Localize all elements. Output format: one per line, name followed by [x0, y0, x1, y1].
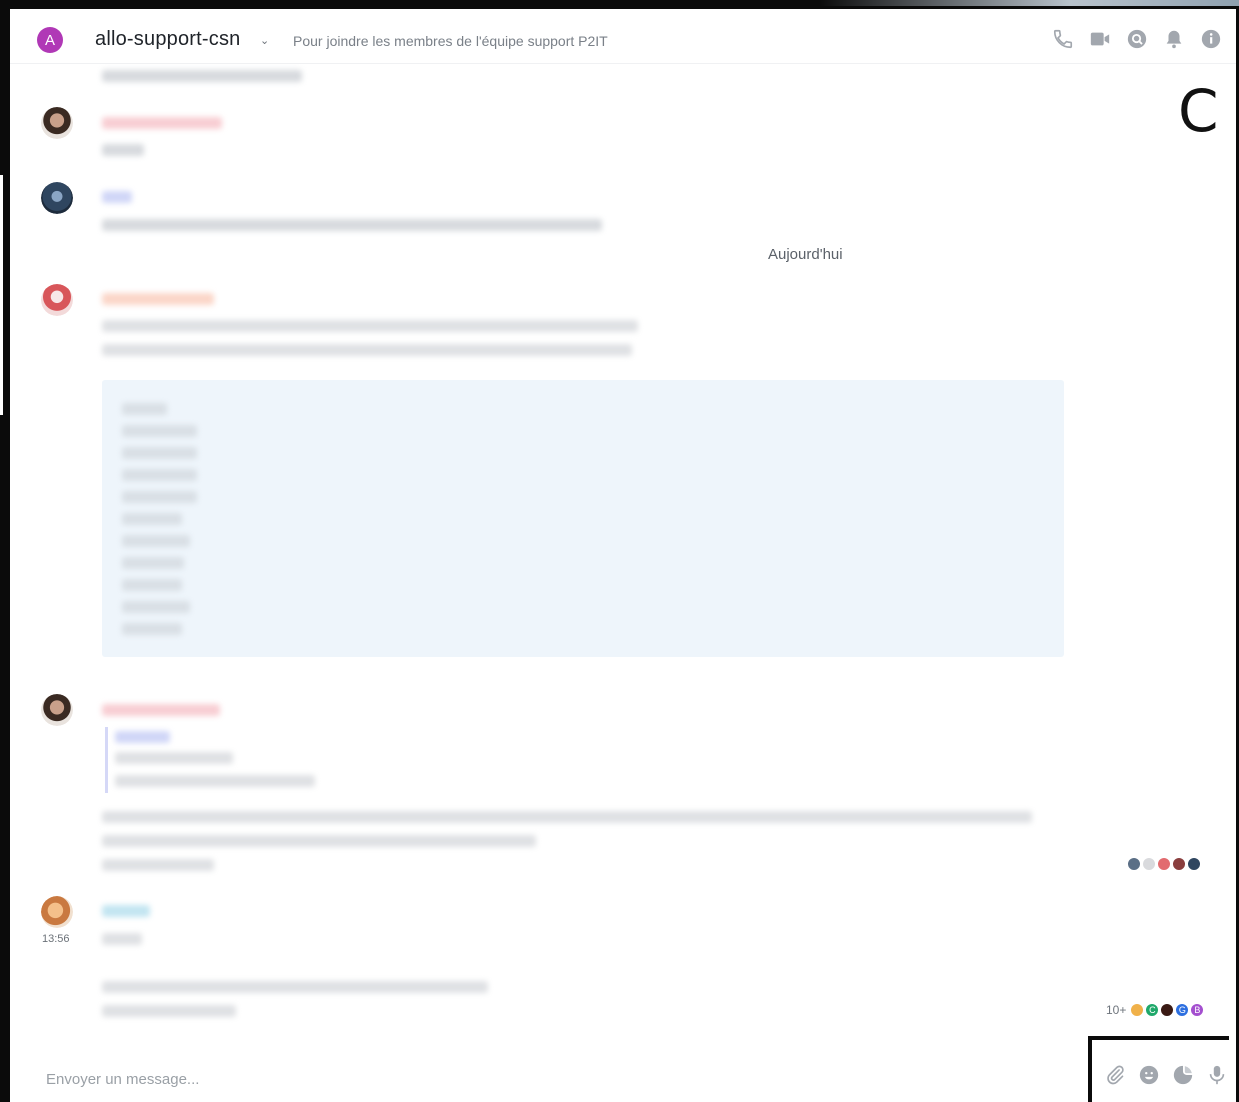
reaction-avatar[interactable]	[1130, 1003, 1145, 1017]
emoji-icon[interactable]	[1138, 1064, 1160, 1086]
message-timestamp: 13:56	[42, 933, 70, 945]
message-input[interactable]	[46, 1067, 1086, 1091]
room-avatar[interactable]: A	[37, 27, 63, 53]
reaction-avatar[interactable]: B	[1190, 1003, 1205, 1017]
room-name[interactable]: allo-support-csn	[95, 28, 241, 51]
composer-tools	[1088, 1036, 1229, 1102]
frame-corner-accent	[819, 0, 1239, 6]
reaction-count: 10+	[1106, 1003, 1127, 1017]
paperclip-icon[interactable]	[1104, 1064, 1126, 1086]
frame-notch	[0, 175, 3, 415]
avatar[interactable]	[41, 107, 73, 139]
avatar[interactable]	[41, 284, 73, 316]
room-topic: Pour joindre les membres de l'équipe sup…	[293, 33, 608, 49]
room-header: A allo-support-csn ⌄ Pour joindre les me…	[10, 9, 1236, 64]
chat-room: A allo-support-csn ⌄ Pour joindre les me…	[10, 9, 1236, 1102]
code-block	[102, 380, 1064, 657]
discussion-icon[interactable]	[1126, 28, 1148, 50]
header-actions	[1052, 28, 1222, 50]
reaction-avatar[interactable]	[1157, 857, 1171, 871]
info-icon[interactable]	[1200, 28, 1222, 50]
avatar[interactable]	[41, 694, 73, 726]
sticker-icon[interactable]	[1172, 1064, 1194, 1086]
bell-icon[interactable]	[1163, 28, 1185, 50]
reaction-avatar[interactable]	[1142, 857, 1156, 871]
phone-icon[interactable]	[1052, 28, 1074, 50]
avatar[interactable]	[41, 182, 73, 214]
reaction-avatar[interactable]: C	[1145, 1003, 1160, 1017]
reaction-avatar[interactable]	[1127, 857, 1141, 871]
overlay-label: C	[1178, 77, 1219, 145]
day-divider: Aujourd'hui	[768, 246, 843, 263]
frame-border-left	[0, 9, 10, 1102]
microphone-icon[interactable]	[1206, 1064, 1228, 1086]
quote-bar	[105, 727, 108, 793]
video-camera-icon[interactable]	[1089, 28, 1111, 50]
reaction-avatar[interactable]: G	[1175, 1003, 1190, 1017]
chevron-down-icon[interactable]: ⌄	[260, 34, 269, 47]
screenshot-frame: A allo-support-csn ⌄ Pour joindre les me…	[0, 0, 1239, 1102]
avatar[interactable]	[41, 896, 73, 928]
reaction-avatar[interactable]	[1187, 857, 1201, 871]
reactions[interactable]	[1127, 857, 1201, 871]
reaction-avatar[interactable]	[1172, 857, 1186, 871]
reactions[interactable]: 10+ C G B	[1106, 1003, 1205, 1017]
reaction-avatar[interactable]	[1160, 1003, 1175, 1017]
